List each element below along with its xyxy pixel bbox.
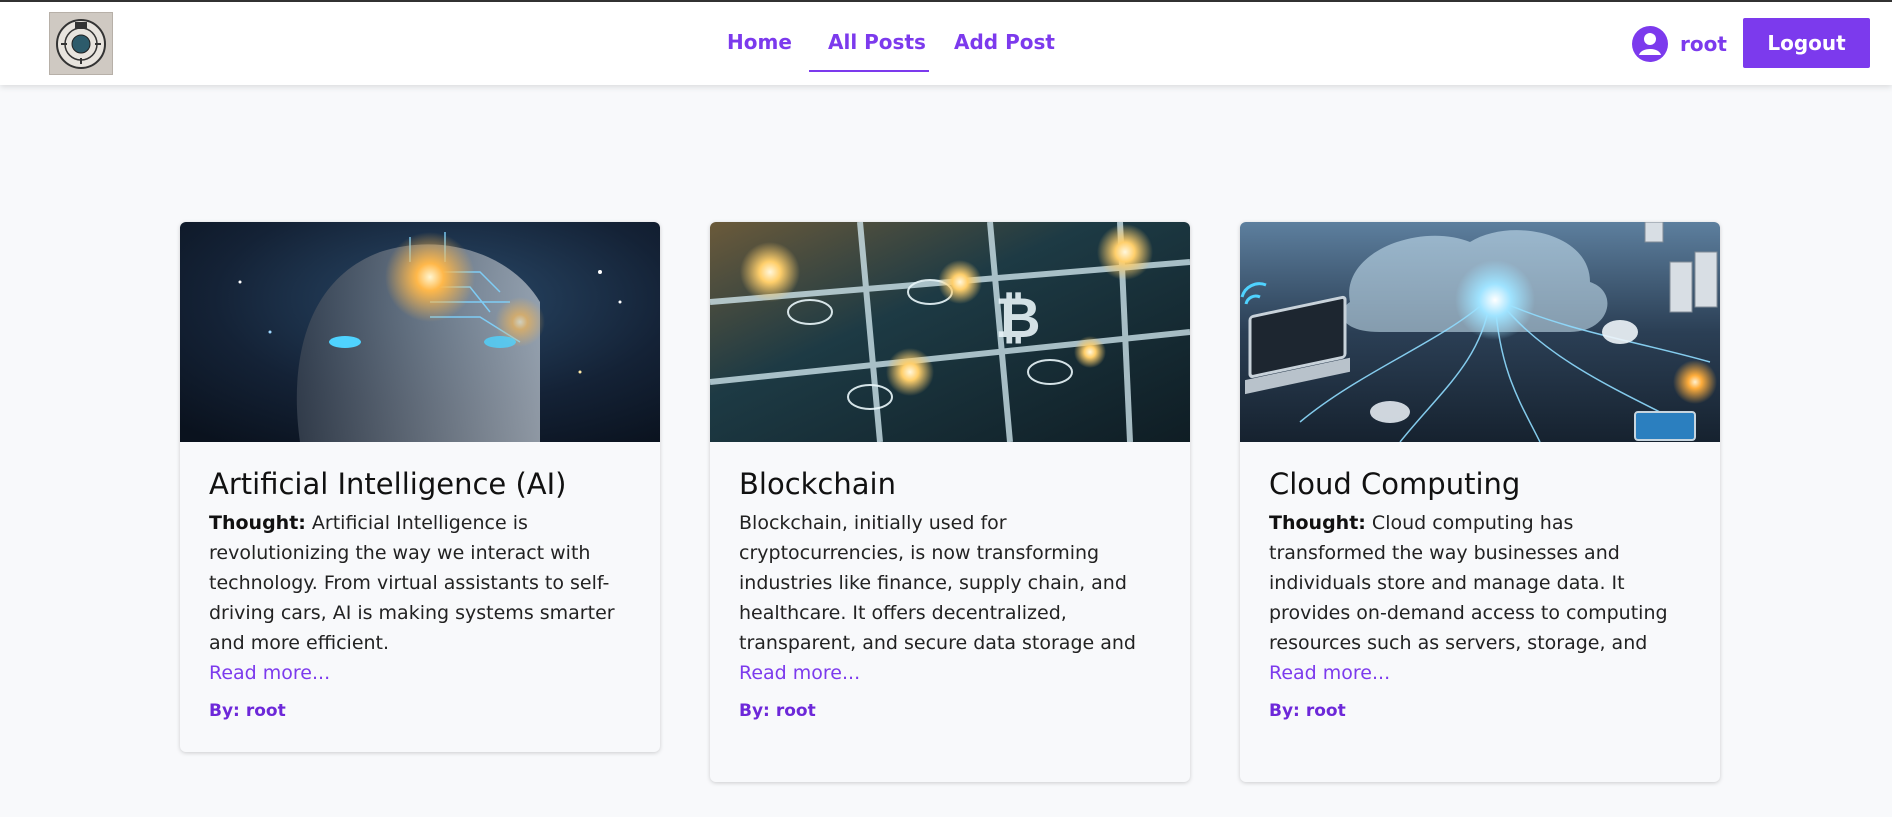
- post-excerpt: Blockchain, initially used for cryptocur…: [739, 508, 1161, 658]
- active-tab-indicator: [809, 70, 929, 72]
- post-excerpt: Thought: Artificial Intelligence is revo…: [209, 508, 631, 658]
- read-more-link[interactable]: Read more...: [1269, 658, 1691, 688]
- navbar: Home All Posts Add Post root Logout: [0, 2, 1892, 85]
- nav-all-posts-link[interactable]: All Posts: [828, 30, 926, 54]
- post-title: Blockchain: [739, 467, 896, 501]
- author-name[interactable]: root: [776, 701, 816, 721]
- excerpt-label: Thought:: [209, 512, 306, 534]
- read-more-link[interactable]: Read more...: [209, 658, 631, 688]
- svg-text:₿: ₿: [995, 286, 1041, 351]
- excerpt-text: Blockchain, initially used for cryptocur…: [739, 512, 1136, 654]
- cloud-computing-image[interactable]: [1240, 222, 1720, 442]
- post-author: By: root: [209, 701, 631, 721]
- nav-home-link[interactable]: Home: [727, 30, 792, 54]
- post-card: Cloud Computing Thought: Cloud computing…: [1240, 222, 1720, 782]
- card-body: Cloud Computing Thought: Cloud computing…: [1240, 442, 1720, 721]
- author-name[interactable]: root: [1306, 701, 1346, 721]
- author-label: By:: [209, 701, 240, 721]
- post-card: Artificial Intelligence (AI) Thought: Ar…: [180, 222, 660, 752]
- post-excerpt: Thought: Cloud computing has transformed…: [1269, 508, 1691, 658]
- card-body: Blockchain Blockchain, initially used fo…: [710, 442, 1190, 721]
- user-menu[interactable]: root: [1632, 26, 1727, 62]
- main-nav: Home All Posts Add Post: [0, 2, 1892, 85]
- post-title: Cloud Computing: [1269, 467, 1521, 501]
- card-body: Artificial Intelligence (AI) Thought: Ar…: [180, 442, 660, 721]
- nav-add-post-link[interactable]: Add Post: [954, 30, 1055, 54]
- ai-brain-image[interactable]: [180, 222, 660, 442]
- post-author: By: root: [739, 701, 1161, 721]
- post-author: By: root: [1269, 701, 1691, 721]
- blockchain-image[interactable]: ₿: [710, 222, 1190, 442]
- excerpt-label: Thought:: [1269, 512, 1366, 534]
- logout-button[interactable]: Logout: [1743, 18, 1870, 68]
- author-label: By:: [1269, 701, 1300, 721]
- read-more-link[interactable]: Read more...: [739, 658, 1161, 688]
- user-circle-icon: [1632, 26, 1668, 62]
- author-name[interactable]: root: [246, 701, 286, 721]
- author-label: By:: [739, 701, 770, 721]
- post-card: ₿ Blockchain Blockchain, initially used …: [710, 222, 1190, 782]
- username: root: [1680, 32, 1727, 56]
- post-title: Artificial Intelligence (AI): [209, 467, 567, 501]
